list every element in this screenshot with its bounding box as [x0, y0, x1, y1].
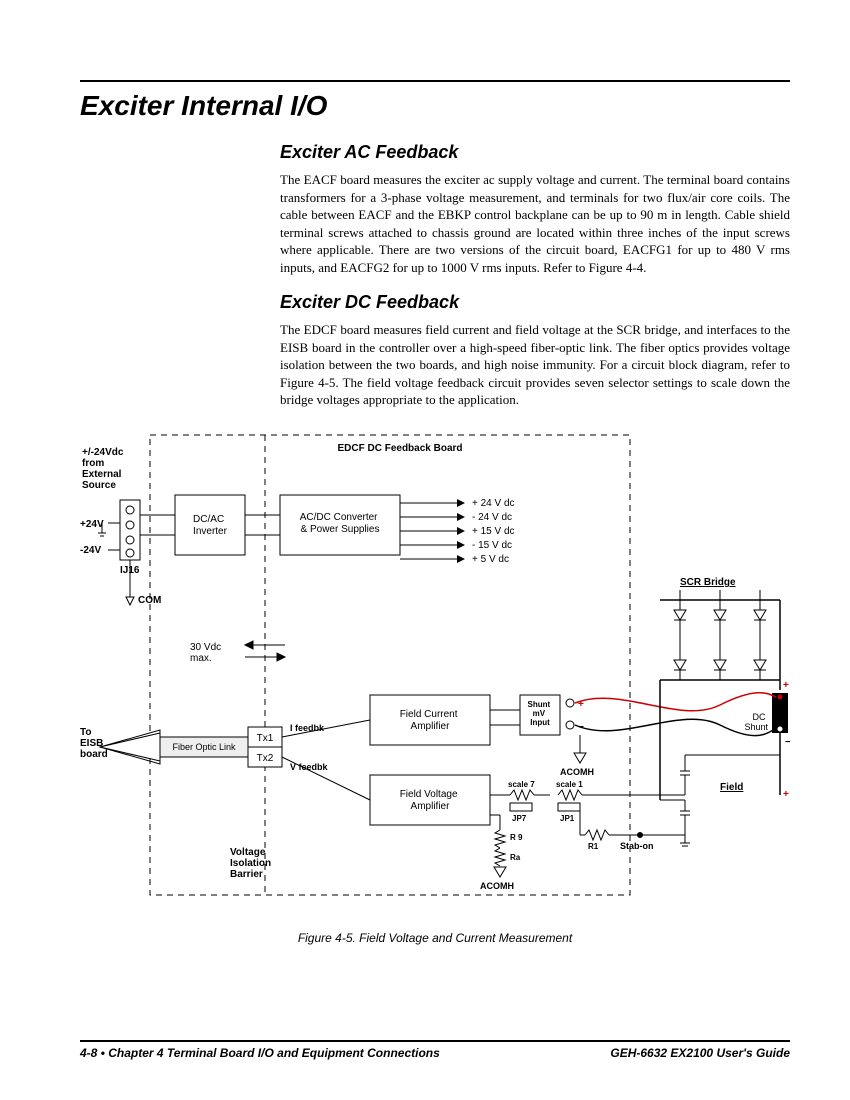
label-shunt-minus: − — [785, 737, 790, 748]
label-ext-source: +/-24Vdc from External Source — [82, 447, 126, 491]
label-r9: R 9 — [510, 833, 523, 842]
label-rail-0: + 24 V dc — [472, 498, 515, 509]
section-ac-feedback: Exciter AC Feedback The EACF board measu… — [280, 142, 790, 276]
label-ifeedbk: I feedbk — [290, 723, 325, 733]
figure-caption: Figure 4-5. Field Voltage and Current Me… — [80, 931, 790, 945]
label-rail-1: - 24 V dc — [472, 512, 512, 523]
heading-dc: Exciter DC Feedback — [280, 292, 790, 313]
heading-ac: Exciter AC Feedback — [280, 142, 790, 163]
label-fca: Field Current Amplifier — [400, 709, 461, 732]
label-minus24: -24V — [80, 545, 101, 556]
label-fiber: Fiber Optic Link — [172, 742, 236, 752]
label-board-title: EDCF DC Feedback Board — [337, 443, 462, 454]
label-acomh-2: ACOMH — [480, 881, 514, 891]
label-rail-4: + 5 V dc — [472, 554, 509, 565]
label-acdc: AC/DC Converter & Power Supplies — [300, 512, 381, 535]
label-to-eisb: To EISB board — [80, 727, 108, 760]
label-dc-shunt: DC Shunt — [744, 712, 768, 732]
footer-right: GEH-6632 EX2100 User's Guide — [610, 1046, 790, 1060]
label-scale1: scale 1 — [556, 780, 583, 789]
figure-diagram: EDCF DC Feedback Board +/-24Vdc from Ext… — [80, 425, 790, 945]
body-dc: The EDCF board measures field current an… — [280, 321, 790, 409]
page-footer: 4-8 • Chapter 4 Terminal Board I/O and E… — [80, 1040, 790, 1060]
label-field: Field — [720, 782, 743, 793]
label-stabon: Stab-on — [620, 841, 654, 851]
label-jp7: JP7 — [512, 814, 527, 823]
label-ra: Ra — [510, 853, 521, 862]
label-shunt-input: Shunt mV Input — [528, 700, 553, 727]
label-tx2: Tx2 — [257, 753, 274, 764]
label-vib: Voltage Isolation Barrier — [230, 847, 274, 880]
label-rail-3: - 15 V dc — [472, 540, 512, 551]
label-r1: R1 — [588, 842, 599, 851]
label-field-plus: + — [783, 789, 789, 800]
section-dc-feedback: Exciter DC Feedback The EDCF board measu… — [280, 292, 790, 409]
label-fva: Field Voltage Amplifier — [400, 789, 461, 812]
footer-left: 4-8 • Chapter 4 Terminal Board I/O and E… — [80, 1046, 440, 1060]
label-acomh-1: ACOMH — [560, 767, 594, 777]
label-com: COM — [138, 595, 161, 606]
label-scr-bridge: SCR Bridge — [680, 577, 736, 588]
label-rail-2: + 15 V dc — [472, 526, 515, 537]
label-vfeedbk: V feedbk — [290, 762, 329, 772]
label-dcac: DC/AC Inverter — [193, 514, 228, 537]
label-bridge-plus: + — [783, 680, 789, 691]
label-30vdc: 30 Vdc max. — [190, 642, 224, 664]
page-title: Exciter Internal I/O — [80, 90, 790, 122]
label-plus24: +24V — [80, 519, 104, 530]
label-tx1: Tx1 — [257, 733, 274, 744]
label-scale7: scale 7 — [508, 780, 535, 789]
label-jp1: JP1 — [560, 814, 575, 823]
body-ac: The EACF board measures the exciter ac s… — [280, 171, 790, 276]
